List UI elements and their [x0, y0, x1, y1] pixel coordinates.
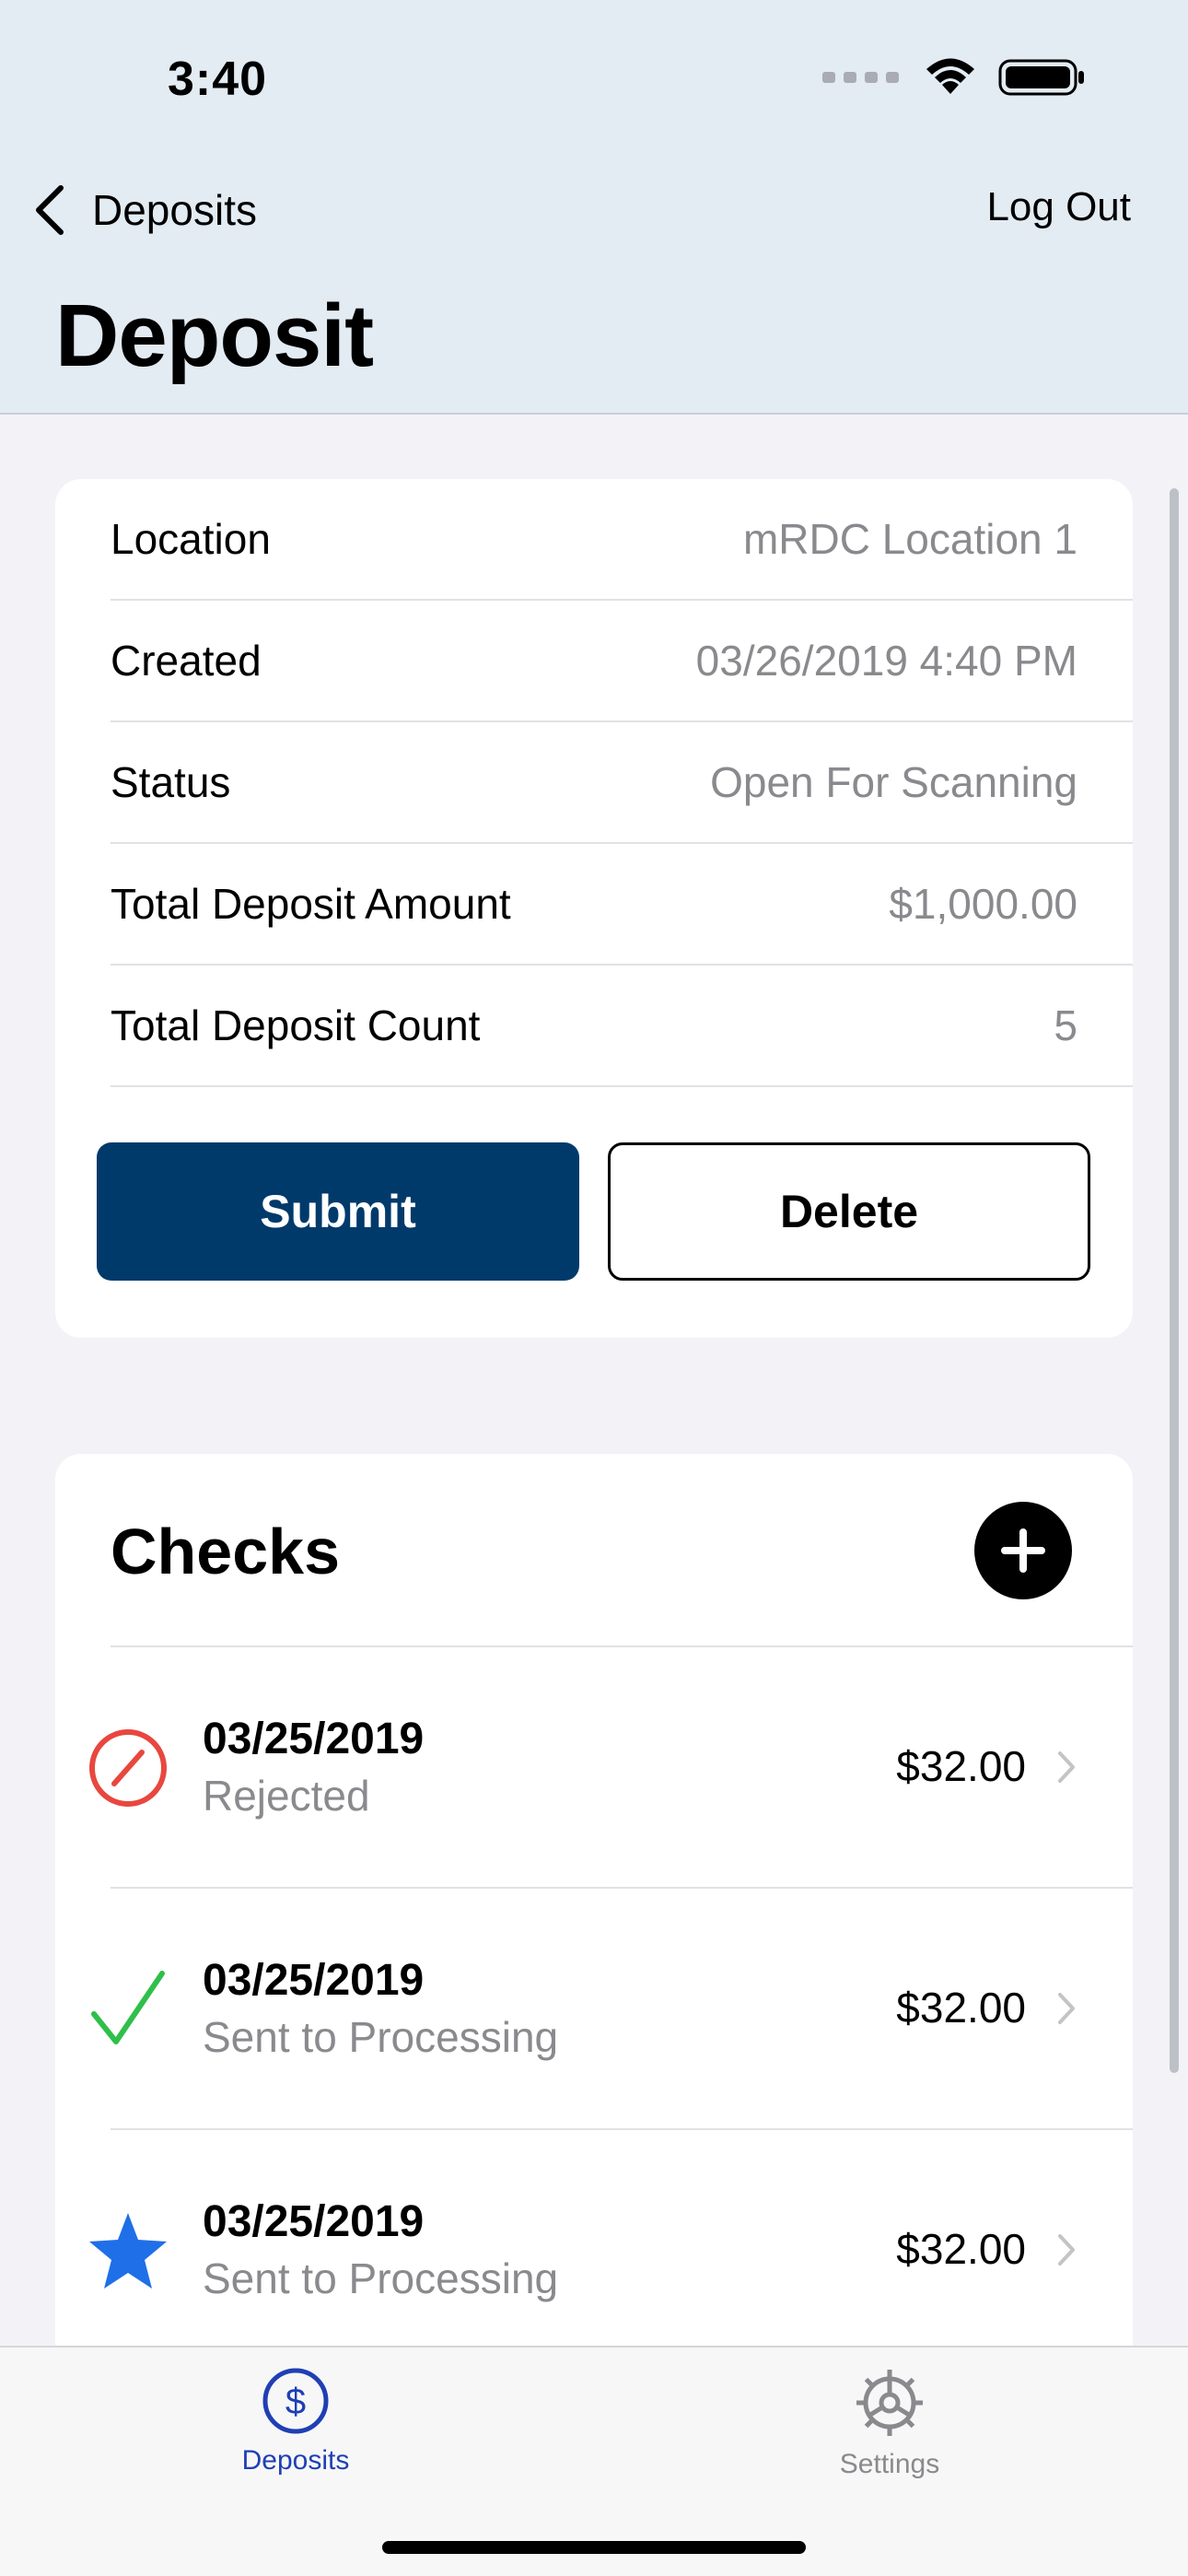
star-icon: [89, 2213, 167, 2289]
deposit-details-card: Location mRDC Location 1 Created 03/26/2…: [55, 479, 1133, 1338]
detail-label: Location: [111, 515, 271, 563]
check-row[interactable]: 03/25/2019 Sent to Processing $32.00: [55, 2130, 1133, 2371]
logout-button[interactable]: Log Out: [986, 184, 1131, 230]
back-label: Deposits: [92, 186, 257, 234]
rejected-icon: [89, 1729, 167, 1807]
detail-label: Total Deposit Count: [111, 1001, 481, 1049]
scroll-indicator[interactable]: [1170, 488, 1179, 2073]
tab-settings[interactable]: Settings: [751, 2366, 1028, 2495]
dollar-circle-icon: $: [262, 2368, 329, 2434]
detail-value: 03/26/2019 4:40 PM: [695, 637, 1077, 685]
detail-value: mRDC Location 1: [742, 515, 1077, 563]
detail-value: 5: [1054, 1001, 1077, 1049]
chevron-left-icon: [36, 185, 64, 235]
check-date: 03/25/2019: [203, 1715, 425, 1763]
detail-row-total-count: Total Deposit Count 5: [111, 966, 1133, 1087]
detail-label: Status: [111, 758, 231, 806]
detail-value: $1,000.00: [889, 880, 1077, 928]
home-indicator: [382, 2541, 806, 2554]
detail-row-total-amount: Total Deposit Amount $1,000.00: [111, 844, 1133, 966]
chevron-right-icon: [1058, 1751, 1075, 1783]
check-status: Sent to Processing: [203, 2013, 559, 2061]
check-date: 03/25/2019: [203, 2197, 425, 2246]
chevron-right-icon: [1058, 2234, 1075, 2266]
tab-label: Settings: [839, 2449, 940, 2479]
check-status: Sent to Processing: [203, 2254, 559, 2302]
checks-title: Checks: [111, 1516, 341, 1587]
gear-icon: [856, 2370, 923, 2436]
detail-label: Total Deposit Amount: [111, 880, 511, 928]
chevron-right-icon: [1058, 1993, 1075, 2024]
check-date: 03/25/2019: [203, 1956, 425, 2005]
detail-row-location: Location mRDC Location 1: [111, 479, 1133, 601]
check-row[interactable]: 03/25/2019 Sent to Processing $32.00: [55, 1889, 1133, 2130]
delete-button[interactable]: Delete: [608, 1142, 1090, 1281]
check-row[interactable]: 03/25/2019 Rejected $32.00: [55, 1647, 1133, 1889]
detail-label: Created: [111, 637, 262, 685]
detail-row-created: Created 03/26/2019 4:40 PM: [111, 601, 1133, 722]
check-amount: $32.00: [896, 2225, 1026, 2273]
status-icons: [822, 57, 1087, 98]
plus-icon: [1001, 1528, 1045, 1573]
tab-deposits[interactable]: $ Deposits: [157, 2366, 434, 2495]
deposit-screen: 3:40 Deposits Log Out Deposit Location m…: [0, 0, 1188, 2576]
add-check-button[interactable]: [974, 1502, 1072, 1599]
svg-text:$: $: [285, 2382, 306, 2422]
check-status: Rejected: [203, 1772, 370, 1820]
wifi-icon: [926, 58, 974, 94]
submit-button[interactable]: Submit: [97, 1142, 579, 1281]
detail-row-status: Status Open For Scanning: [111, 722, 1133, 844]
back-button[interactable]: Deposits: [31, 173, 257, 247]
tab-label: Deposits: [241, 2445, 350, 2476]
page-title: Deposit: [55, 287, 374, 385]
check-amount: $32.00: [896, 1742, 1026, 1790]
navigation-header: 3:40 Deposits Log Out Deposit: [0, 0, 1188, 415]
checkmark-icon: [91, 1971, 165, 2044]
cellular-signal-icon: [822, 72, 899, 83]
detail-value: Open For Scanning: [710, 758, 1077, 806]
battery-icon: [998, 59, 1084, 96]
check-amount: $32.00: [896, 1984, 1026, 2032]
status-time: 3:40: [168, 53, 268, 106]
